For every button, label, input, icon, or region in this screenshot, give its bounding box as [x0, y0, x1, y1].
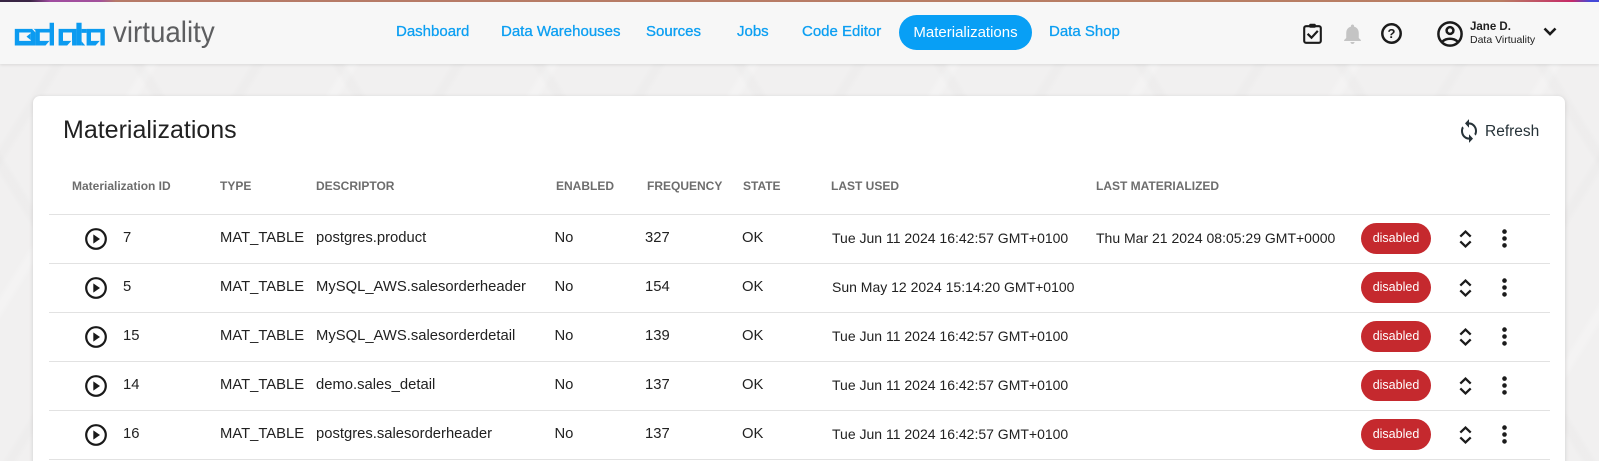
- svg-text:?: ?: [1388, 26, 1396, 41]
